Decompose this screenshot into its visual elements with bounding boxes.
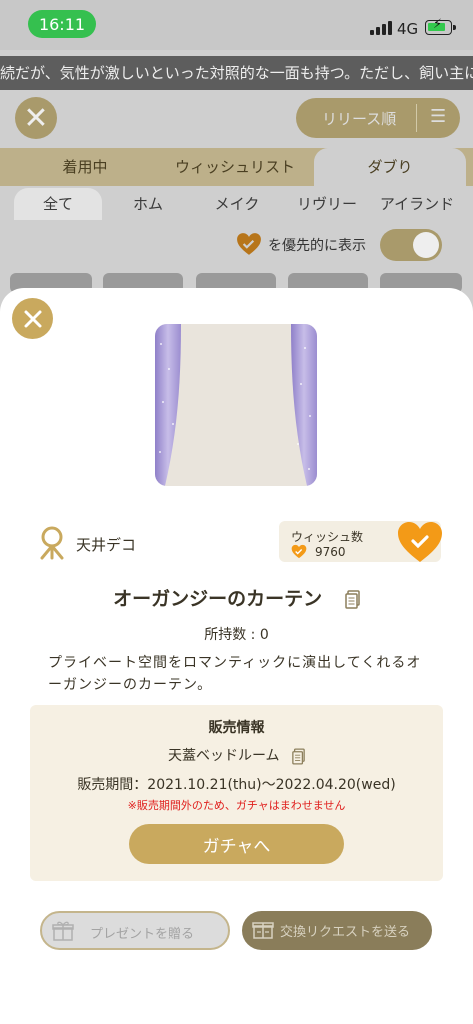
tab-bar: 着用中 ウィッシュリスト ダブり [0, 148, 473, 186]
present-label: プレゼントを贈る [90, 927, 195, 942]
gift-icon [52, 921, 74, 941]
sales-info-panel: 販売情報 天蓋ベッドルーム 販売期間：2021.10.21(thu)〜2022.… [30, 705, 443, 881]
item-image [155, 324, 317, 486]
sales-room: 天蓋ベッドルーム [30, 745, 443, 765]
subtab-home[interactable]: ホム [112, 188, 184, 220]
item-name: オーガンジーのカーテン [113, 588, 323, 610]
close-icon [24, 310, 41, 327]
category-label: 天井デコ [76, 536, 137, 554]
copy-icon[interactable] [292, 747, 305, 765]
close-icon[interactable]: ✕ [15, 97, 57, 139]
sort-button[interactable]: リリース順 ☰ [296, 98, 460, 138]
news-ticker: 続だが、気性が激しいといった対照的な一面も持つ。ただし、飼い主に [0, 56, 473, 90]
owned-count: 所持数 : 0 [204, 627, 269, 643]
signal-icon [370, 21, 392, 35]
heart-icon [237, 233, 261, 255]
gacha-button[interactable]: ガチャへ [129, 824, 344, 864]
exchange-icon [252, 922, 274, 939]
tab-wearing[interactable]: 着用中 [40, 148, 130, 186]
tab-duplicates[interactable]: ダブり [314, 148, 466, 186]
tab-wishlist[interactable]: ウィッシュリスト [160, 148, 310, 186]
network-label: 4G [397, 20, 419, 38]
priority-toggle[interactable] [380, 229, 442, 261]
priority-label: を優先的に表示 [268, 238, 366, 254]
category-tabs: 全て ホム メイク リヴリー アイランド [0, 186, 473, 222]
sort-icon: ☰ [430, 106, 447, 127]
subtab-all[interactable]: 全て [14, 188, 102, 220]
wish-label: ウィッシュ数 [291, 530, 364, 544]
wish-count: 9760 [315, 545, 346, 559]
copy-icon[interactable] [345, 590, 360, 609]
subtab-island[interactable]: アイランド [372, 188, 462, 220]
battery-icon: ⚡ [425, 17, 456, 35]
subtab-makeup[interactable]: メイク [200, 188, 274, 220]
ceiling-decor-icon [40, 526, 64, 560]
status-time: 16:11 [28, 10, 96, 38]
wishlist-heart-button[interactable] [395, 520, 445, 564]
subtab-livly[interactable]: リヴリー [290, 188, 364, 220]
item-category: 天井デコ [36, 526, 136, 564]
exchange-request-button[interactable]: 交換リクエストを送る [242, 911, 432, 950]
item-description: プライベート空間をロマンティックに演出してくれるオーガンジーのカーテン。 [48, 655, 422, 693]
sales-warning: ※販売期間外のため、ガチャはまわせません [127, 799, 346, 812]
heart-icon [291, 544, 307, 559]
status-bar: 16:11 4G ⚡ [0, 0, 473, 50]
exchange-label: 交換リクエストを送る [280, 925, 411, 940]
sales-period: 販売期間：2021.10.21(thu)〜2022.04.20(wed) [77, 777, 396, 793]
close-button[interactable] [12, 298, 53, 339]
present-button[interactable]: プレゼントを贈る [40, 911, 230, 950]
item-title: オーガンジーのカーテン [0, 584, 473, 611]
room-name: 天蓋ベッドルーム [167, 748, 280, 764]
sort-label: リリース順 [322, 110, 397, 128]
sales-heading: 販売情報 [208, 720, 265, 736]
